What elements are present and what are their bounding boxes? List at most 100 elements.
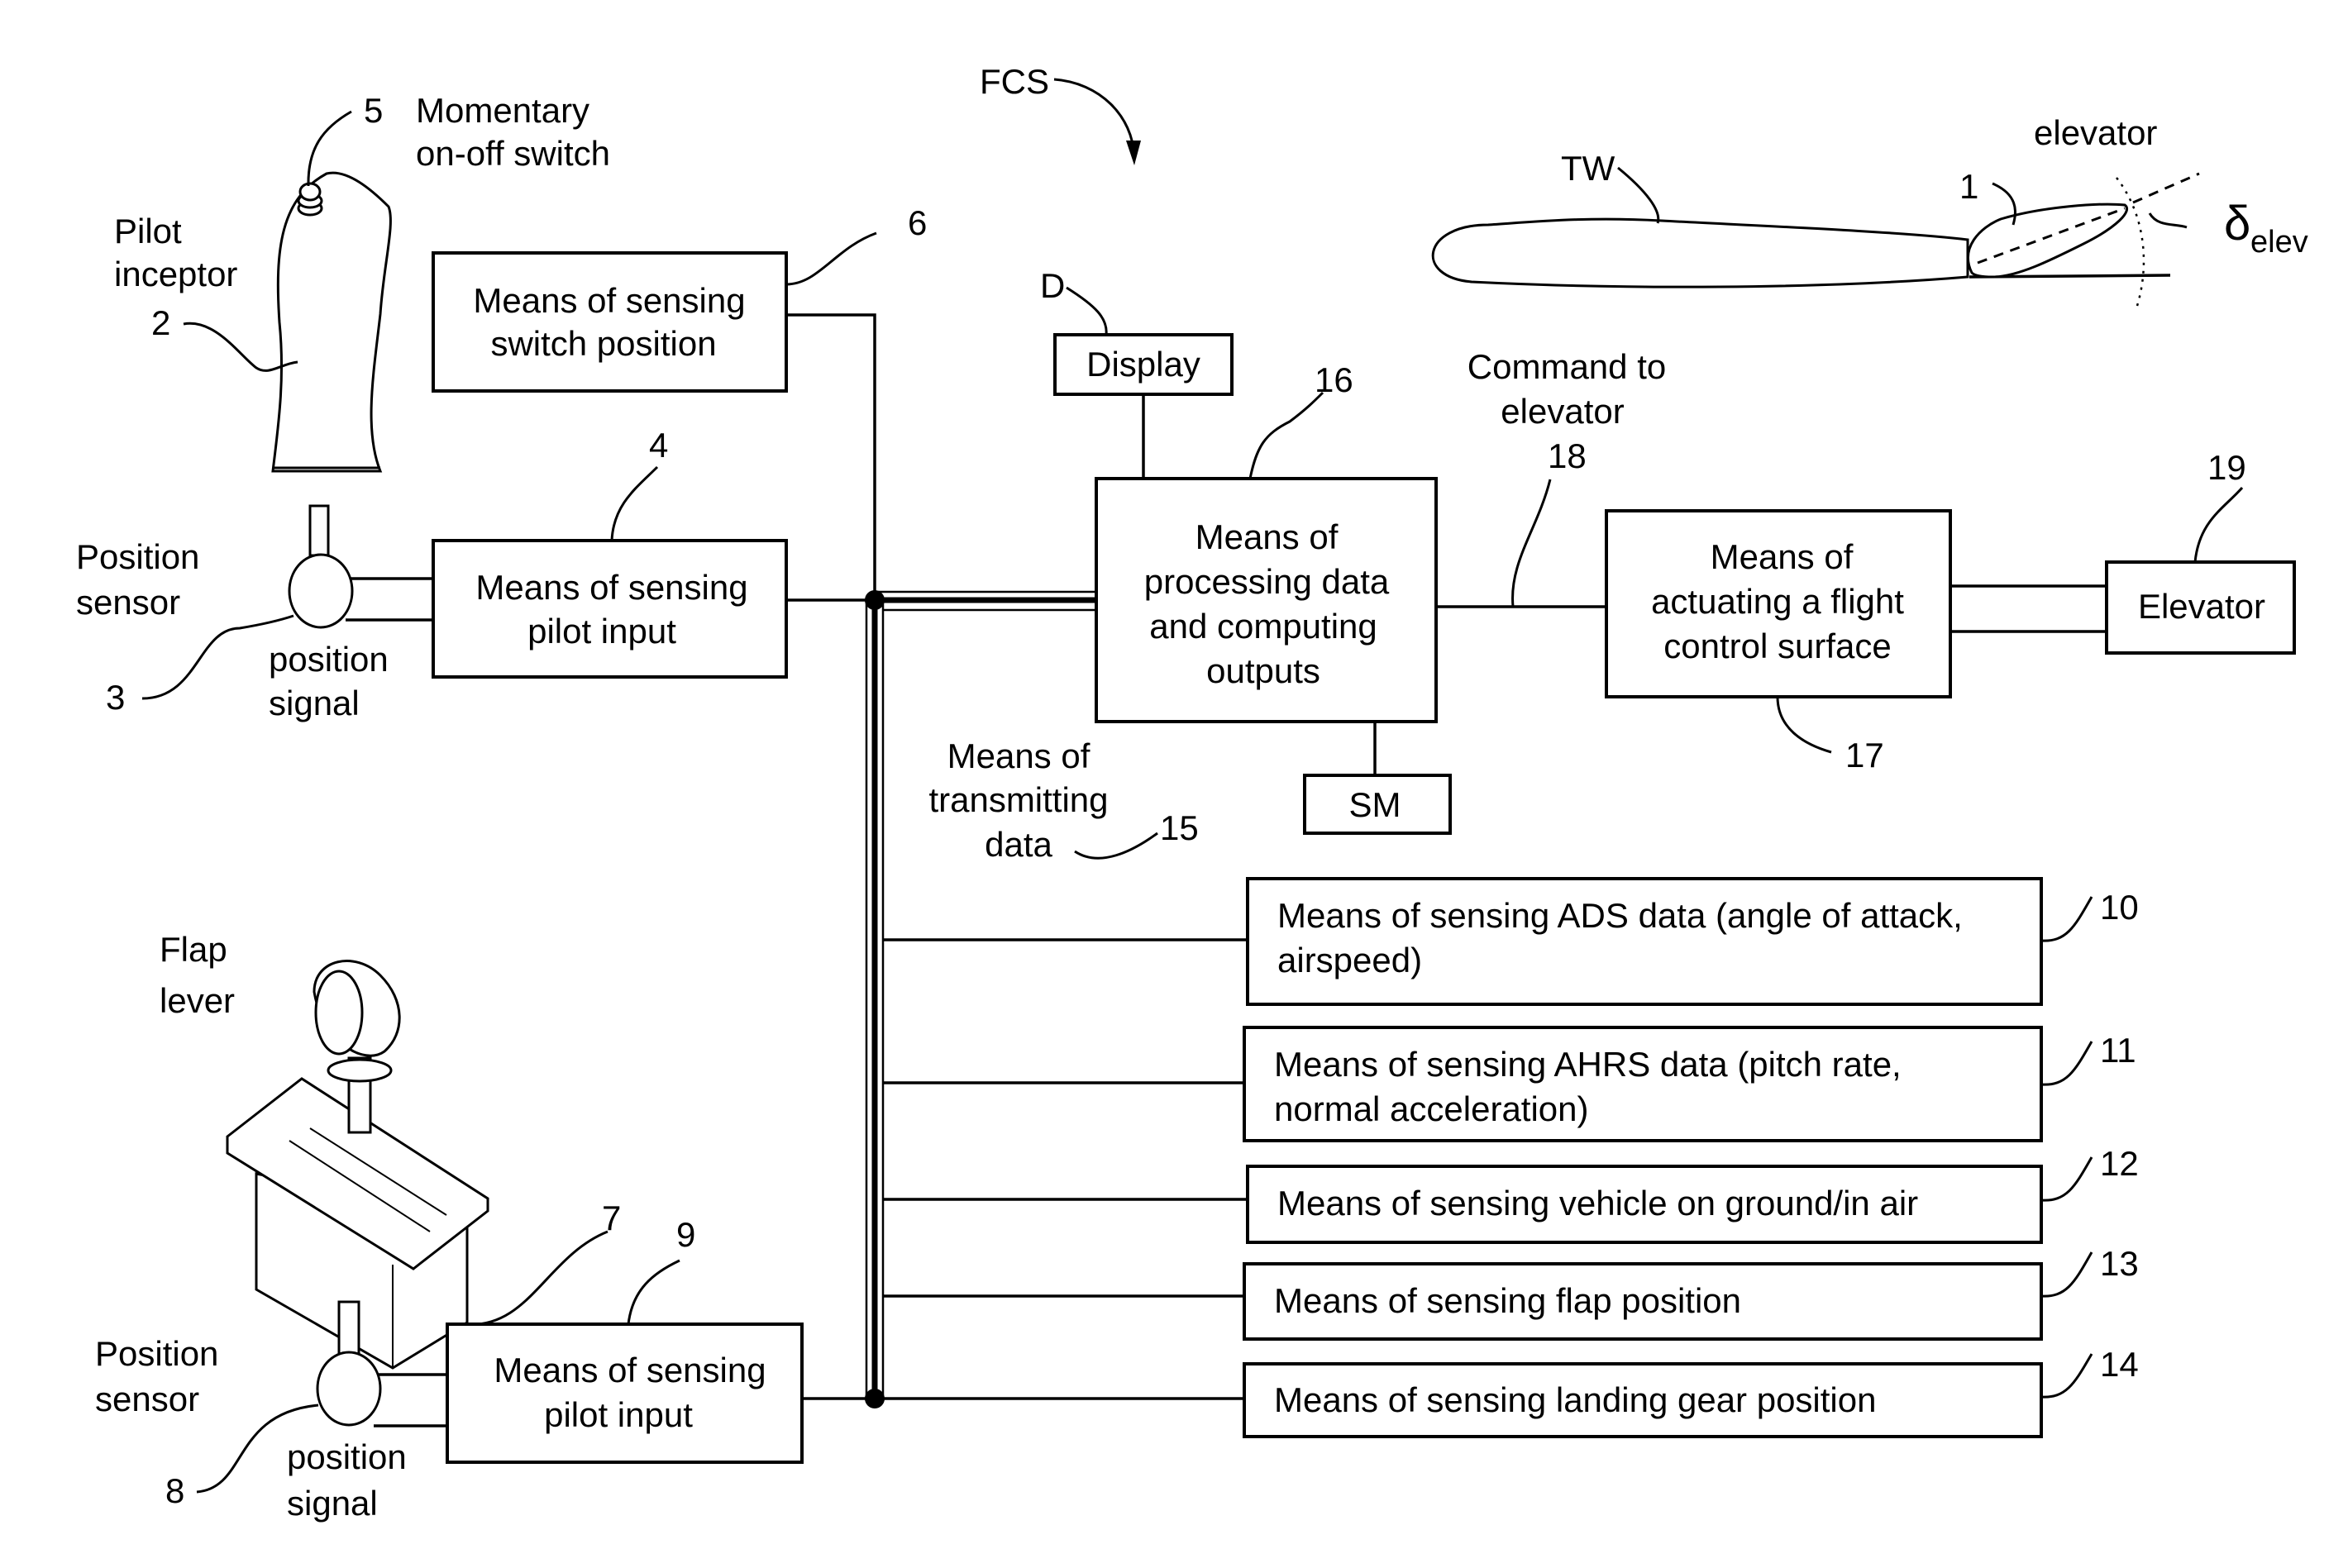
position-sensor-icon — [316, 1351, 382, 1427]
position-signal-top-label1: position — [269, 640, 389, 679]
pilot-inceptor-label-line2: inceptor — [114, 255, 237, 293]
actuating-line1: Means of — [1711, 537, 1854, 576]
tail-wing-illustration: TW elevator 1 δ elev — [1431, 113, 2308, 307]
position-sensor-bottom-ref: 8 — [165, 1471, 184, 1510]
fcs-arrow-head-icon — [1126, 141, 1141, 165]
sensor-shaft-icon — [308, 504, 330, 557]
processing-line2: processing data — [1144, 562, 1390, 601]
sensor-shaft-icon — [337, 1300, 360, 1357]
sensor-leader — [2040, 896, 2093, 942]
switch-position-box — [432, 251, 788, 393]
inceptor-stick-shape — [271, 171, 392, 473]
deflection-leader — [2148, 212, 2188, 229]
elevator-box-ref: 19 — [2207, 448, 2246, 487]
position-sensor-top-label1: Position — [76, 537, 199, 576]
processing-line4: outputs — [1206, 651, 1320, 690]
actuating-unit: Means of actuating a flight control surf… — [1605, 509, 2107, 774]
command-ref: 18 — [1548, 436, 1587, 475]
elevator-ref: 1 — [1959, 167, 1978, 206]
transmitting-label: Means of transmitting data 15 — [928, 736, 1198, 864]
sensor-leader — [2040, 1041, 2093, 1086]
position-signal-top-label2: signal — [269, 684, 360, 722]
elevator-label: elevator — [2034, 113, 2157, 152]
switch-label-line1: Momentary — [416, 91, 589, 130]
command-leader — [1511, 479, 1552, 608]
position-sensor-top-ref: 3 — [106, 678, 125, 717]
position-sensor-bottom-label1: Position — [95, 1334, 218, 1373]
flap-lever-label1: Flap — [160, 930, 227, 969]
sensor-line2: airspeed) — [1277, 941, 1422, 979]
sensor-leader — [2040, 1156, 2093, 1202]
tail-wing-leader — [1617, 166, 1660, 224]
display-ref: D — [1040, 266, 1065, 305]
sensor-ref: 13 — [2100, 1244, 2139, 1283]
position-sensor-top-label2: sensor — [76, 583, 180, 622]
position-sensor-bottom-label2: sensor — [95, 1380, 199, 1418]
pilot-inceptor-ref: 2 — [151, 303, 170, 342]
fcs-arrow-line — [1053, 78, 1136, 158]
sensor-box-landing-gear: Means of sensing landing gear position 1… — [1243, 1345, 2139, 1438]
box-sensing-pilot-input-bottom: Means of sensing pilot input 9 — [446, 1215, 804, 1464]
sensor-leader — [2040, 1251, 2093, 1298]
processing-leader — [1248, 391, 1324, 479]
elevator-box-leader — [2193, 487, 2244, 563]
bus-junction-bottom — [865, 1389, 885, 1408]
switch-position-ref: 6 — [908, 203, 927, 242]
switch-position-line1: Means of sensing — [473, 281, 745, 320]
switch-position-leader — [785, 231, 877, 286]
sensor-ref: 11 — [2100, 1031, 2136, 1070]
pilot-input-bottom-ref: 9 — [676, 1215, 695, 1254]
sm-label: SM — [1349, 785, 1401, 824]
position-signal-bottom-label2: signal — [287, 1484, 378, 1523]
sensor-line1: Means of sensing landing gear position — [1274, 1380, 1876, 1419]
fcs-label: FCS — [980, 62, 1049, 101]
elevator-deflection-line — [2132, 172, 2200, 204]
sensor-line1: Means of sensing flap position — [1274, 1281, 1741, 1320]
command-label1: Command to — [1468, 347, 1666, 386]
transmitting-line3: data — [985, 825, 1052, 864]
tail-wing-label: TW — [1561, 149, 1615, 188]
transmitting-line2: transmitting — [928, 780, 1108, 819]
sensor-box-ground-air: Means of sensing vehicle on ground/in ai… — [1246, 1144, 2139, 1244]
sensor-line1: Means of sensing AHRS data (pitch rate, — [1274, 1045, 1902, 1084]
sensor-line1: Means of sensing ADS data (angle of atta… — [1277, 896, 1963, 935]
pilot-input-top-line1: Means of sensing — [475, 568, 747, 607]
actuating-leader — [1776, 696, 1832, 754]
actuating-line3: control surface — [1663, 627, 1891, 665]
sensor-box-flap: Means of sensing flap position 13 — [1243, 1244, 2139, 1341]
command-label2: elevator — [1501, 392, 1624, 431]
deflection-subscript: elev — [2250, 225, 2308, 260]
sensor-line2: normal acceleration) — [1274, 1089, 1589, 1128]
deflection-symbol: δ — [2224, 197, 2250, 250]
pilot-input-top-ref: 4 — [649, 426, 668, 465]
display-label: Display — [1086, 345, 1200, 384]
actuating-line2: actuating a flight — [1651, 582, 1904, 621]
display-unit: Display D — [1040, 266, 1234, 479]
sensor-ref: 12 — [2100, 1144, 2139, 1183]
processing-line1: Means of — [1195, 517, 1339, 556]
sensor-line1: Means of sensing vehicle on ground/in ai… — [1277, 1184, 1918, 1222]
processing-line3: and computing — [1149, 607, 1377, 646]
sensor-box-ads: Means of sensing ADS data (angle of atta… — [1246, 877, 2139, 1006]
switch-to-bus-line — [786, 313, 876, 600]
elevator-unit: Elevator 19 — [2105, 448, 2296, 655]
tail-wing-shape — [1431, 217, 1969, 288]
flap-lever: Flap lever 7 — [160, 930, 621, 1370]
actuating-ref: 17 — [1845, 736, 1884, 774]
flap-lever-label2: lever — [160, 981, 235, 1020]
transmitting-line1: Means of — [947, 736, 1090, 775]
flight-control-system-diagram: FCS 5 Momentary on-off switch Pilot ince… — [76, 62, 2308, 1523]
processing-unit: Means of processing data and computing o… — [1095, 360, 1438, 775]
elevator-box-label: Elevator — [2138, 587, 2265, 626]
pilot-input-bottom-leader — [627, 1259, 680, 1325]
position-sensor-icon — [288, 553, 354, 629]
pilot-input-bottom-box — [446, 1323, 804, 1464]
transmitting-leader — [1074, 832, 1158, 860]
sensor-box-ahrs: Means of sensing AHRS data (pitch rate, … — [1243, 1026, 2136, 1142]
sm-unit: SM — [1303, 774, 1452, 835]
pilot-inceptor-label-line1: Pilot — [114, 212, 182, 250]
sensor-ref: 10 — [2100, 888, 2139, 927]
box-sensing-switch-position: Means of sensing switch position 6 — [432, 203, 927, 393]
elevator-surface-shape — [1966, 203, 2128, 279]
sensor-ref: 14 — [2100, 1345, 2139, 1384]
